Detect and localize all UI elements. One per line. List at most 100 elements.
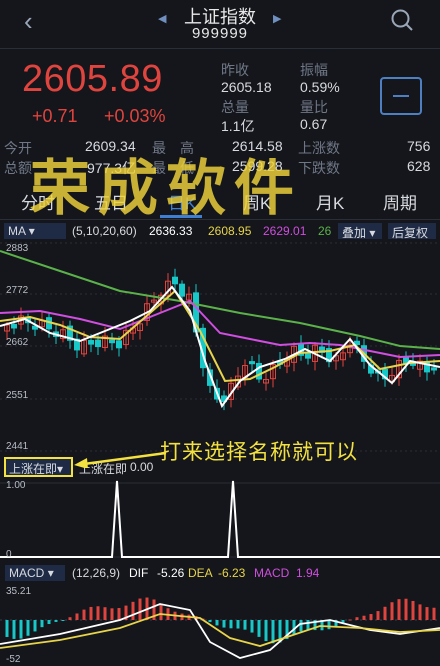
macd-histogram-bar: [208, 620, 212, 623]
tab-period[interactable]: 周期: [383, 189, 417, 214]
macd-histogram-bar: [411, 600, 415, 620]
header: ‹ ◀ 上证指数 999999 ▶: [0, 0, 440, 46]
candle-body: [249, 361, 255, 365]
macd-histogram-bar: [40, 620, 44, 628]
macd-histogram-bar: [103, 607, 107, 620]
open-label: 今开: [4, 140, 32, 156]
candle-body: [431, 367, 437, 371]
macd-label: MACD: [254, 566, 290, 580]
prev-close-label: 昨收: [221, 62, 249, 78]
candle-body: [116, 340, 122, 349]
macd-histogram-bar: [376, 611, 380, 620]
macd-histogram-bar: [369, 614, 373, 620]
volume-value: 1.1亿: [221, 118, 255, 134]
macd-histogram-bar: [257, 620, 261, 637]
candle-body: [95, 339, 101, 348]
macd-histogram-bar: [5, 620, 9, 637]
ma60-value: 26: [318, 224, 332, 238]
price-tick: 2441: [6, 441, 29, 452]
amplitude-label: 振幅: [300, 62, 328, 78]
macd-histogram-bar: [75, 613, 79, 620]
macd-histogram-bar: [159, 603, 163, 620]
candle-body: [11, 323, 17, 329]
watermark-text: 荣成软件: [30, 155, 302, 222]
macd-histogram-bar: [96, 606, 100, 620]
macd-histogram-bar: [299, 620, 303, 632]
volume-label: 总量: [221, 99, 249, 115]
chevron-down-icon: ▾: [47, 566, 54, 580]
collapse-button[interactable]: [380, 77, 422, 115]
macd-histogram-bar: [327, 620, 331, 630]
dea-label: DEA: [188, 566, 213, 580]
vol-ratio-value: 0.67: [300, 116, 328, 132]
macd-selector[interactable]: MACD ▾: [5, 565, 65, 581]
down-count-label: 下跌数: [298, 160, 340, 176]
macd-histogram-bar: [12, 620, 16, 639]
macd-histogram-bar: [236, 620, 240, 629]
up-count-label: 上涨数: [298, 140, 340, 156]
candle-body: [172, 276, 178, 285]
macd-histogram-bar: [138, 598, 142, 620]
signal-line: [0, 480, 440, 558]
macd-histogram-bar: [117, 608, 121, 620]
macd-histogram-bar: [271, 620, 275, 644]
macd-histogram-bar: [82, 609, 86, 620]
prev-close-value: 2605.18: [221, 79, 272, 95]
dea-value: -6.23: [218, 566, 246, 580]
macd-histogram-bar: [348, 619, 352, 621]
minus-icon: [393, 95, 409, 97]
macd-histogram-bar: [215, 620, 219, 626]
annotation-arrow: [74, 451, 167, 468]
macd-histogram-bar: [250, 620, 254, 633]
signal-chart[interactable]: [0, 477, 440, 563]
tab-monthly-k[interactable]: 月K: [316, 189, 344, 214]
annotation-text: 打来选择名称就可以: [160, 441, 358, 464]
macd-histogram-bar: [418, 604, 422, 620]
candle-body: [179, 283, 185, 297]
macd-value: 1.94: [296, 566, 320, 580]
selector-highlight: [4, 457, 73, 477]
macd-histogram-bar: [229, 620, 233, 629]
overlay-button[interactable]: 叠加 ▾: [338, 223, 382, 240]
macd-histogram-bar: [404, 598, 408, 620]
macd-histogram-bar: [432, 607, 436, 620]
vol-ratio-label: 量比: [300, 99, 328, 115]
macd-histogram-bar: [362, 615, 366, 620]
price-change: +0.71: [32, 106, 78, 126]
candle-body: [109, 339, 115, 344]
macd-histogram-bar: [26, 620, 30, 636]
candlestick-chart[interactable]: [0, 241, 440, 456]
up-count-value: 756: [407, 138, 431, 154]
macd-histogram-bar: [61, 620, 65, 621]
macd-histogram-bar: [243, 620, 247, 630]
ma-selector-label: MA: [8, 224, 26, 238]
chevron-down-icon: ▾: [369, 226, 376, 240]
macd-tick: -52: [6, 654, 21, 665]
macd-chart[interactable]: [0, 584, 440, 666]
macd-histogram-bar: [33, 620, 37, 632]
macd-histogram-bar: [110, 608, 114, 620]
candle-body: [88, 340, 94, 345]
price-tick: 2772: [6, 285, 29, 296]
search-icon[interactable]: [390, 8, 414, 32]
last-price: 2605.89: [22, 58, 163, 100]
amount-label: 总额: [4, 160, 32, 176]
stock-code: 999999: [191, 25, 249, 42]
macd-histogram-bar: [306, 620, 310, 630]
macd-histogram-bar: [425, 607, 429, 620]
dif-value: -5.26: [157, 566, 185, 580]
next-stock-icon[interactable]: ▶: [273, 12, 281, 25]
overlay-label: 叠加: [342, 226, 367, 240]
macd-histogram-bar: [19, 620, 23, 639]
price-tick: 2883: [6, 243, 29, 254]
macd-bar: MACD ▾ (12,26,9) DIF -5.26 DEA -6.23 MAC…: [0, 564, 440, 583]
macd-histogram-bar: [68, 617, 72, 620]
macd-selector-label: MACD: [9, 566, 45, 580]
adjust-button[interactable]: 后复权: [388, 223, 436, 240]
signal-tick: 0: [6, 549, 12, 560]
price-change-pct: +0.03%: [104, 106, 166, 126]
signal-tick: 1.00: [6, 480, 26, 491]
macd-histogram-bar: [222, 620, 226, 628]
dif-label: DIF: [129, 566, 149, 580]
macd-histogram-bar: [54, 620, 58, 622]
